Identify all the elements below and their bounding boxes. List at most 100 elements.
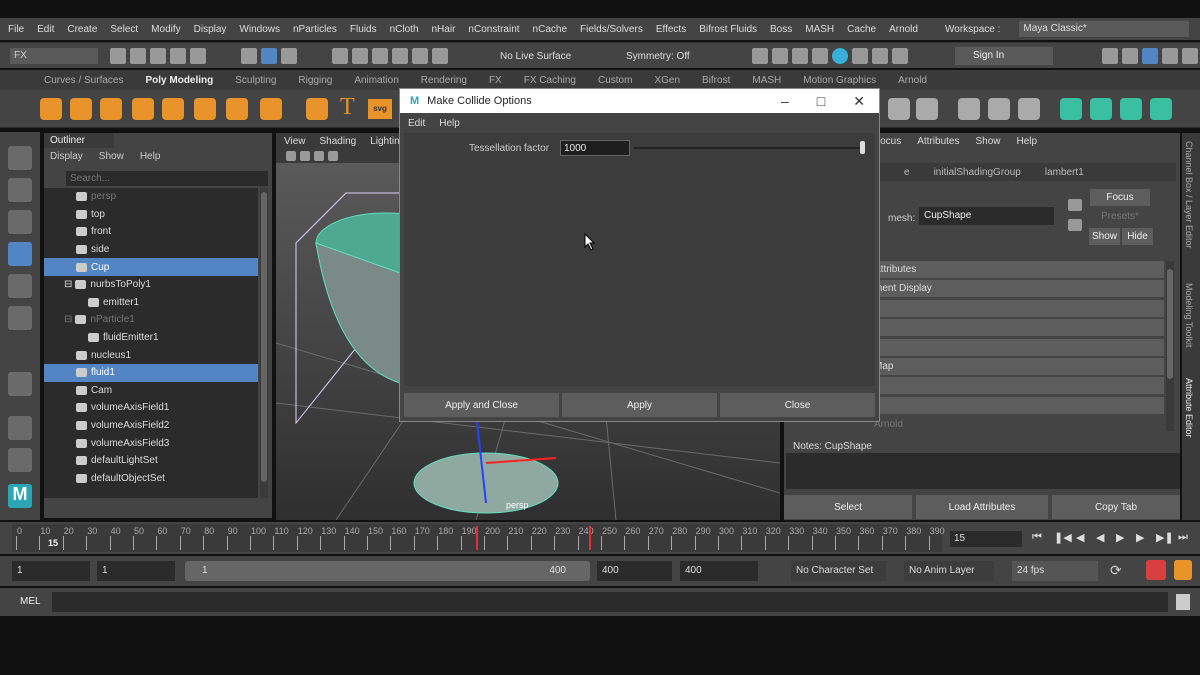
range-bar[interactable]: 1 400 [185, 561, 590, 581]
end-time-field[interactable]: 400 [680, 561, 758, 581]
menu-select[interactable]: Select [110, 24, 138, 35]
expand-icon[interactable]: ⊟ [64, 279, 72, 290]
shelf-tab-sculpting[interactable]: Sculpting [235, 75, 276, 86]
play-forwards-icon[interactable]: ▶ [1116, 531, 1124, 544]
menu-nconstraint[interactable]: nConstraint [468, 24, 519, 35]
menu-arnold[interactable]: Arnold [889, 24, 918, 35]
loop-icon[interactable]: ⟳ [1110, 562, 1122, 579]
shelf-tool-icon[interactable] [1018, 98, 1040, 120]
menu-nparticles[interactable]: nParticles [293, 24, 337, 35]
menu-effects[interactable]: Effects [656, 24, 686, 35]
output-connections-icon[interactable] [1068, 219, 1082, 231]
shelf-tab-mash[interactable]: MASH [752, 75, 781, 86]
render-frame-icon[interactable] [772, 48, 788, 64]
copy-tab-button[interactable]: Copy Tab [1052, 495, 1180, 519]
redo-icon[interactable] [190, 48, 206, 64]
focus-button[interactable]: Focus [1090, 189, 1150, 206]
outliner-item[interactable]: emitter1 [44, 294, 258, 312]
outliner-item[interactable]: top [44, 206, 258, 224]
attr-tab-shading-group[interactable]: initialShadingGroup [934, 167, 1021, 178]
script-editor-icon[interactable] [1176, 594, 1190, 610]
outliner-item[interactable]: ⊟ nurbsToPoly1 [44, 276, 258, 294]
outliner-item[interactable]: ⊟ nParticle1 [44, 311, 258, 329]
snap-curve-icon[interactable] [351, 48, 368, 64]
select-tool-icon[interactable] [8, 146, 32, 170]
bookmark-icon[interactable] [314, 151, 324, 162]
render-view-icon[interactable] [752, 48, 768, 64]
outliner-item[interactable]: Cup [44, 258, 258, 276]
character-set-select[interactable]: No Character Set [791, 561, 886, 581]
viewport-menu-view[interactable]: View [284, 136, 306, 147]
outliner-item[interactable]: volumeAxisField2 [44, 417, 258, 435]
hide-button[interactable]: Hide [1122, 228, 1153, 245]
menu-display[interactable]: Display [194, 24, 227, 35]
attr-tab-lambert[interactable]: lambert1 [1045, 167, 1084, 178]
modeling-toolkit-icon[interactable] [1102, 48, 1118, 64]
attr-section[interactable]: Attributes [870, 261, 1164, 278]
tool-settings-icon[interactable] [1162, 48, 1178, 64]
shelf-tool-icon[interactable] [916, 98, 938, 120]
shelf-tab-fxcaching[interactable]: FX Caching [524, 75, 576, 86]
tessellation-slider-handle[interactable] [860, 141, 865, 154]
tab-modeling-toolkit[interactable]: Modeling Toolkit [1184, 283, 1194, 347]
shelf-tab-animation[interactable]: Animation [354, 75, 398, 86]
apply-button[interactable]: Apply [562, 393, 717, 417]
shelf-tool-icon[interactable] [260, 98, 282, 120]
attribute-editor-icon[interactable] [1142, 48, 1158, 64]
menu-file[interactable]: File [8, 24, 24, 35]
attr-scrollbar[interactable] [1166, 261, 1174, 431]
scale-tool-icon[interactable] [8, 306, 32, 330]
shelf-tab-curvessurfaces[interactable]: Curves / Surfaces [44, 75, 123, 86]
undo-icon[interactable] [170, 48, 186, 64]
menu-nhair[interactable]: nHair [432, 24, 456, 35]
shelf-tool-icon[interactable] [988, 98, 1010, 120]
attr-section[interactable]: ment Display [870, 280, 1164, 298]
shelf-tab-xgen[interactable]: XGen [654, 75, 680, 86]
outliner-item[interactable]: fluidEmitter1 [44, 329, 258, 347]
outliner-item[interactable]: side [44, 241, 258, 259]
snap-live-icon[interactable] [431, 48, 448, 64]
shelf-tool-icon[interactable] [226, 98, 248, 120]
step-back-key-icon[interactable]: ❚◀ [1054, 531, 1072, 544]
menu-boss[interactable]: Boss [770, 24, 792, 35]
menu-bifrostfluids[interactable]: Bifrost Fluids [699, 24, 757, 35]
input-connections-icon[interactable] [1068, 199, 1082, 211]
current-frame-field[interactable]: 15 [950, 531, 1022, 547]
attr-section[interactable]: e [870, 319, 1164, 337]
svg-tool-icon[interactable]: svg [368, 99, 392, 119]
outliner-item[interactable]: Cam [44, 382, 258, 400]
render-setup-icon[interactable] [852, 48, 868, 64]
mel-label[interactable]: MEL [20, 596, 41, 607]
minimize-icon[interactable]: – [781, 93, 789, 110]
outliner-menu-help[interactable]: Help [140, 151, 161, 162]
shelf-tool-icon[interactable] [132, 98, 154, 120]
select-component-icon[interactable] [280, 48, 297, 64]
snap-surface-icon[interactable] [411, 48, 428, 64]
menu-edit[interactable]: Edit [37, 24, 54, 35]
auto-key-icon[interactable] [1146, 560, 1166, 580]
dialog-menu-edit[interactable]: Edit [408, 118, 425, 129]
fps-select[interactable]: 24 fps [1012, 561, 1098, 581]
shelf-tool-icon[interactable] [194, 98, 216, 120]
close-icon[interactable]: ✕ [853, 93, 865, 110]
shelf-tool-icon[interactable] [100, 98, 122, 120]
outliner-item[interactable]: fluid1 [44, 363, 258, 382]
attr-menu-help[interactable]: Help [1017, 136, 1038, 147]
play-backwards-icon[interactable]: ◀ [1096, 531, 1104, 544]
tessellation-slider[interactable] [634, 147, 862, 149]
tab-channel-box[interactable]: Channel Box / Layer Editor [1184, 141, 1194, 249]
shelf-tab-bifrost[interactable]: Bifrost [702, 75, 730, 86]
viewport-menu-shading[interactable]: Shading [320, 136, 357, 147]
menu-ncloth[interactable]: nCloth [390, 24, 419, 35]
outliner-item[interactable]: persp [44, 188, 258, 206]
shelf-tab-rendering[interactable]: Rendering [421, 75, 467, 86]
menu-ncache[interactable]: nCache [533, 24, 567, 35]
start-time-field[interactable]: 1 [12, 561, 90, 581]
attr-section[interactable] [870, 377, 1164, 395]
rotate-tool-icon[interactable] [8, 274, 32, 298]
shelf-tool-icon[interactable] [70, 98, 92, 120]
attr-tab-shape[interactable]: e [904, 167, 910, 178]
channel-box-icon[interactable] [1182, 48, 1198, 64]
workspace-select[interactable]: Maya Classic* [1019, 21, 1190, 37]
menu-windows[interactable]: Windows [239, 24, 280, 35]
